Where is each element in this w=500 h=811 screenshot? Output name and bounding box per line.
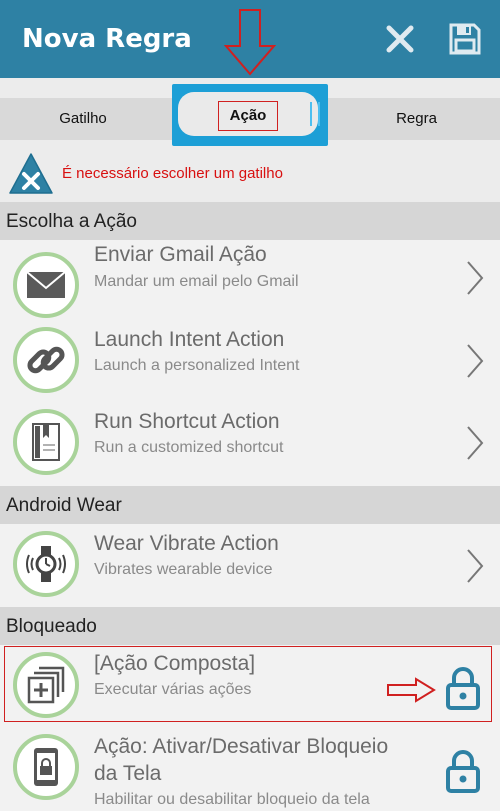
section-header: Escolha a Ação [0,202,500,240]
shortcut-icon [32,423,60,461]
tab-regra[interactable]: Regra [333,98,500,140]
action-title: Enviar Gmail Ação [94,243,267,266]
tab-gatilho[interactable]: Gatilho [0,98,166,140]
chevron-right-icon [467,344,484,378]
section-header: Android Wear [0,486,500,524]
chevron-right-icon [467,549,484,583]
action-item-wear-vibrate[interactable]: Wear Vibrate Action Vibrates wearable de… [0,524,500,607]
action-subtitle: Vibrates wearable device [94,561,273,578]
tab-acao[interactable]: Ação [218,101,278,131]
watch-vibrate-icon [26,546,66,582]
action-item-launch-intent[interactable]: Launch Intent Action Launch a personaliz… [0,323,500,405]
annotation-down-arrow-icon [224,9,276,76]
action-subtitle: Run a customized shortcut [94,439,284,456]
link-icon [27,346,65,374]
warning-banner: É necessário escolher um gatilho [0,146,500,200]
action-subtitle: Mandar um email pelo Gmail [94,273,299,290]
close-icon[interactable] [384,22,416,56]
page-title: Nova Regra [22,24,192,54]
warning-message: É necessário escolher um gatilho [62,165,283,182]
action-item-bloqueio-tela[interactable]: Ação: Ativar/Desativar Bloqueio da Tela … [0,727,500,811]
action-title: Wear Vibrate Action [94,532,279,555]
action-title: Run Shortcut Action [94,410,280,433]
action-subtitle: Habilitar ou desabilitar bloqueio da tel… [94,791,370,808]
section-label: Escolha a Ação [6,211,137,232]
chevron-right-icon [467,261,484,295]
action-item-run-shortcut[interactable]: Run Shortcut Action Run a customized sho… [0,405,500,486]
mail-icon [26,271,66,298]
action-item-gmail[interactable]: Enviar Gmail Ação Mandar um email pelo G… [0,240,500,323]
section-header: Bloqueado [0,607,500,645]
grip-icon [310,102,320,126]
action-subtitle: Launch a personalized Intent [94,357,300,374]
annotation-right-arrow-icon [387,677,436,703]
chevron-right-icon [467,426,484,460]
action-title: Launch Intent Action [94,328,285,351]
phone-lock-icon [34,748,58,786]
section-label: Bloqueado [6,616,97,637]
action-title-line1: Ação: Ativar/Desativar Bloqueio [94,735,389,758]
lock-icon [446,750,480,793]
save-icon[interactable] [448,22,482,56]
action-title-line2: da Tela [94,762,162,785]
warning-icon [9,153,53,194]
section-label: Android Wear [6,495,122,516]
